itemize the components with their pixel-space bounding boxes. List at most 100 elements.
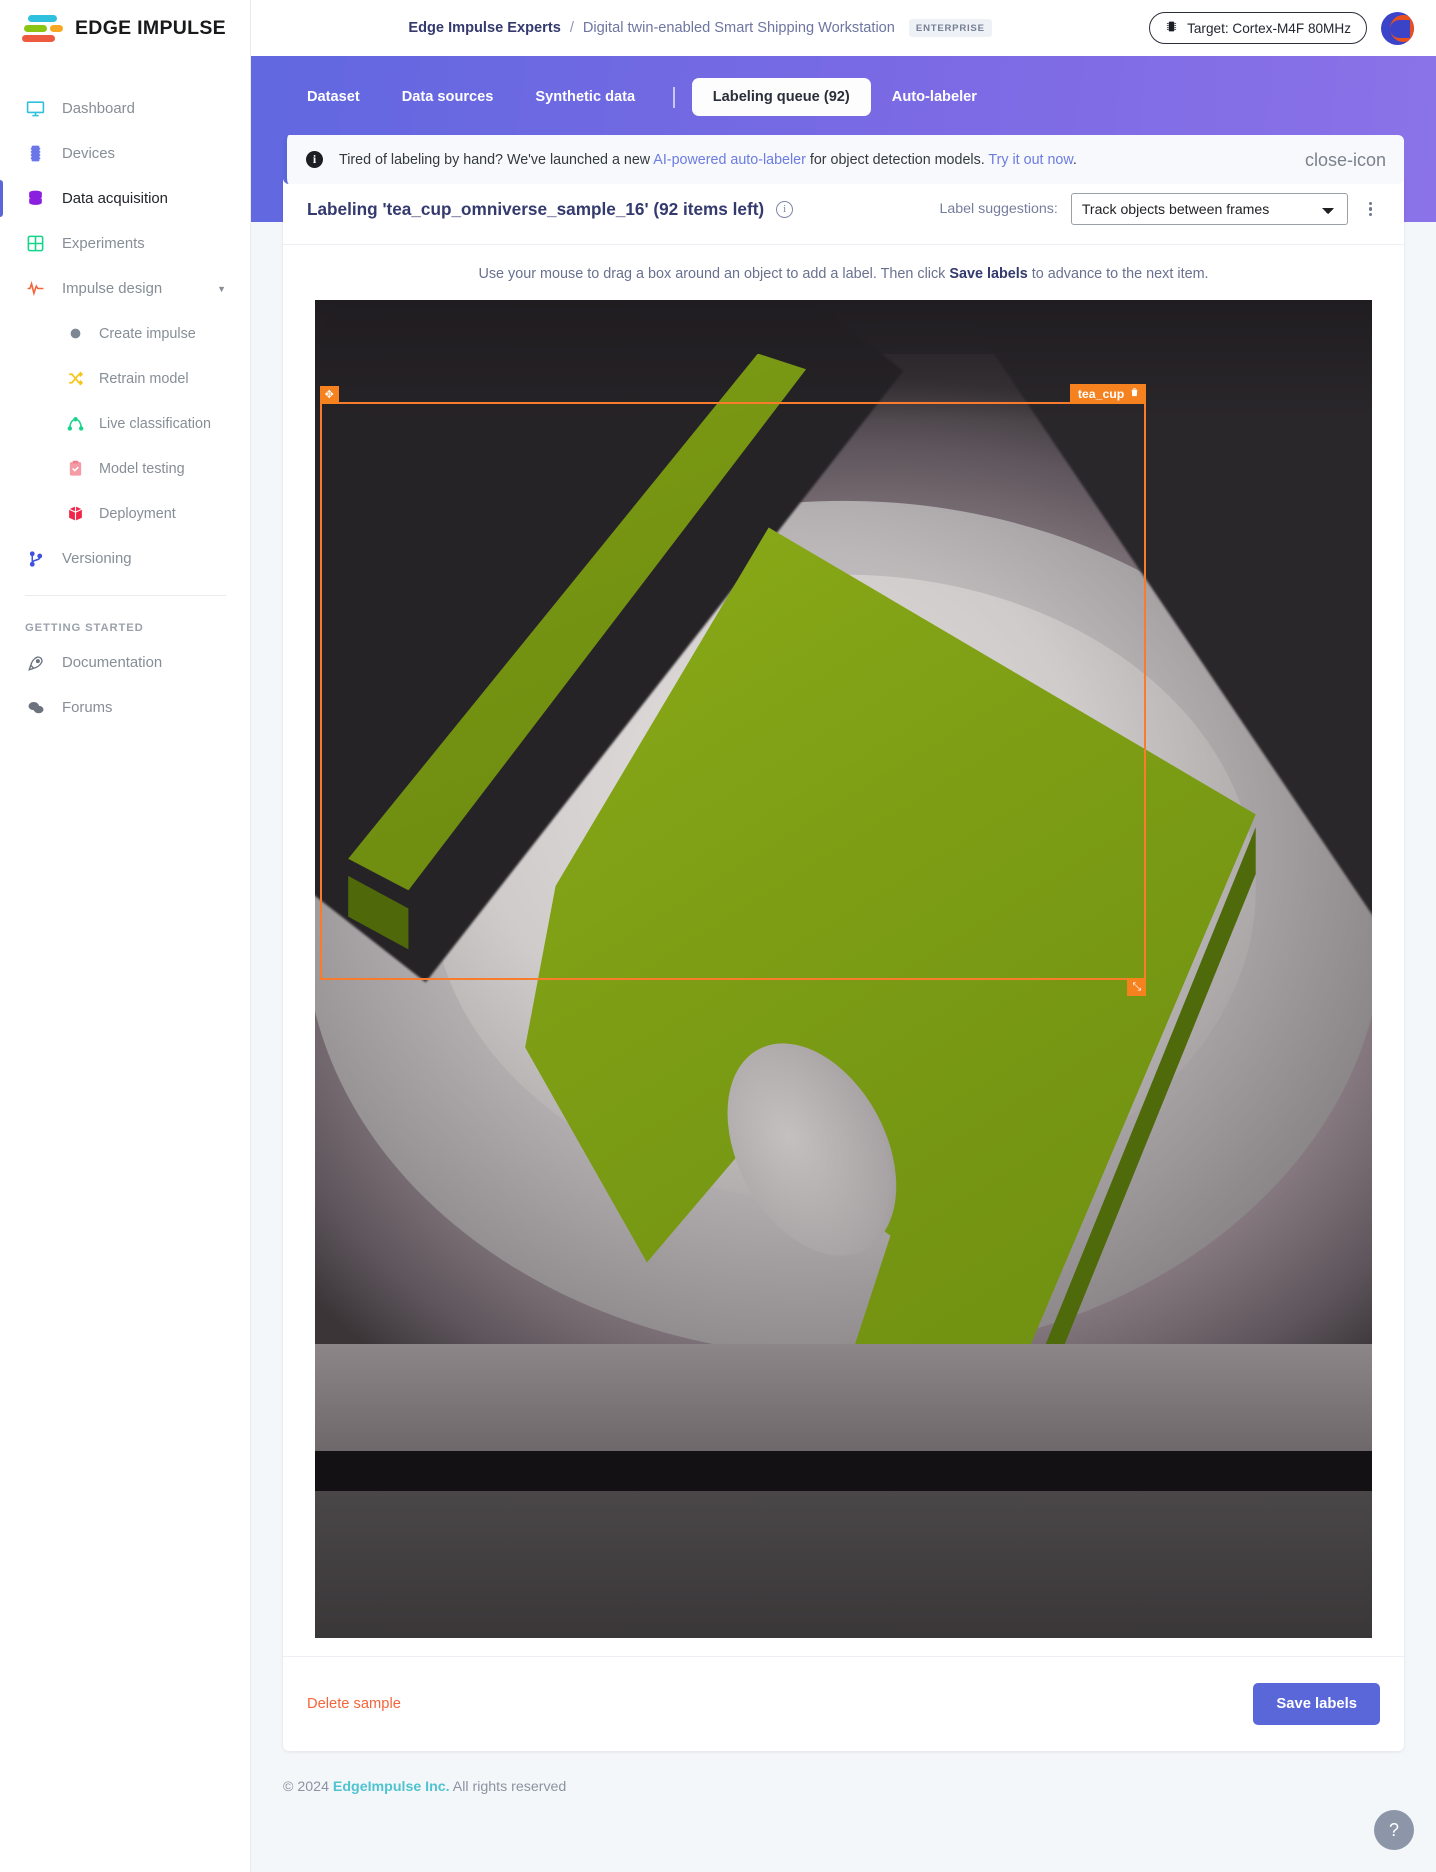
sidebar-item-versioning[interactable]: Versioning — [0, 536, 250, 581]
footer-company[interactable]: EdgeImpulse Inc. — [333, 1779, 450, 1795]
avatar[interactable] — [1381, 11, 1414, 45]
tab-synthetic-data[interactable]: Synthetic data — [514, 78, 656, 116]
shuffle-icon — [66, 370, 84, 388]
banner-link-auto-labeler[interactable]: AI-powered auto-labeler — [653, 152, 806, 168]
footer-rights: All rights reserved — [452, 1779, 567, 1795]
tab-bar: Dataset Data sources Synthetic data Labe… — [283, 78, 1404, 116]
sidebar-label: Devices — [62, 145, 115, 162]
sidebar-item-documentation[interactable]: Documentation — [0, 640, 250, 685]
card-header-right: Label suggestions: Track objects between… — [939, 193, 1380, 225]
hint-bold: Save labels — [949, 266, 1028, 282]
question-mark-icon: ? — [1388, 1819, 1399, 1840]
main-content: Edge Impulse Experts / Digital twin-enab… — [251, 0, 1436, 1872]
target-label: Target: Cortex-M4F 80MHz — [1187, 20, 1351, 36]
pulse-icon — [25, 278, 46, 299]
save-labels-button[interactable]: Save labels — [1253, 1683, 1380, 1725]
info-circle-icon[interactable]: i — [776, 200, 794, 218]
sidebar-label: Forums — [62, 699, 113, 716]
rocket-icon — [25, 652, 46, 673]
banner-text-middle: for object detection models. — [805, 151, 989, 168]
dot-icon — [66, 325, 84, 343]
sidebar-label: Dashboard — [62, 100, 135, 117]
brand-name: EDGE IMPULSE — [75, 16, 226, 39]
labeling-hint: Use your mouse to drag a box around an o… — [283, 245, 1404, 300]
move-handle-icon[interactable]: ✥ — [319, 385, 339, 404]
tab-dataset[interactable]: Dataset — [286, 78, 381, 116]
sidebar-label: Experiments — [62, 235, 145, 252]
chat-icon — [25, 697, 46, 718]
sidebar-label: Model testing — [99, 460, 185, 477]
git-branch-icon — [25, 548, 46, 569]
card-header: Labeling 'tea_cup_omniverse_sample_16' (… — [283, 174, 1404, 245]
close-icon[interactable]: close-icon — [1305, 151, 1386, 169]
bounding-box-label[interactable]: tea_cup — [1069, 383, 1147, 404]
label-suggestions-label: Label suggestions: — [939, 201, 1058, 217]
sidebar-item-forums[interactable]: Forums — [0, 685, 250, 730]
banner-link-try-now[interactable]: Try it out now — [988, 152, 1073, 168]
sidebar-label: Data acquisition — [62, 190, 168, 207]
delete-sample-button[interactable]: Delete sample — [307, 1696, 401, 1712]
target-button[interactable]: Target: Cortex-M4F 80MHz — [1149, 12, 1367, 44]
breadcrumb: Edge Impulse Experts / Digital twin-enab… — [251, 19, 1149, 37]
monitor-icon — [25, 98, 46, 119]
footer-copyright: © 2024 — [283, 1779, 329, 1795]
sidebar-section-title: GETTING STARTED — [25, 622, 144, 634]
kebab-menu-icon[interactable] — [1361, 196, 1380, 223]
page-title: Labeling 'tea_cup_omniverse_sample_16' (… — [307, 198, 765, 219]
trash-icon[interactable] — [1129, 386, 1140, 401]
sidebar-item-dashboard[interactable]: Dashboard — [0, 86, 250, 131]
bounding-box[interactable]: ✥ tea_cup ⤡ — [319, 383, 1147, 996]
app-root: EDGE IMPULSE Dashboard Devices Data acqu… — [0, 0, 1436, 1872]
help-button[interactable]: ? — [1374, 1810, 1414, 1850]
tab-auto-labeler[interactable]: Auto-labeler — [871, 78, 998, 116]
sidebar-item-create-impulse[interactable]: Create impulse — [0, 311, 250, 356]
sidebar-item-devices[interactable]: Devices — [0, 131, 250, 176]
database-icon — [25, 188, 46, 209]
chip-icon — [25, 143, 46, 164]
sidebar-label: Live classification — [99, 415, 211, 432]
canvas-wrapper: ✥ tea_cup ⤡ — [283, 300, 1404, 1638]
tab-labeling-queue[interactable]: Labeling queue (92) — [691, 78, 871, 116]
banner-text-after: . — [1072, 151, 1077, 168]
plan-badge: ENTERPRISE — [908, 19, 992, 37]
sidebar-label: Impulse design — [62, 280, 163, 297]
sidebar-item-deployment[interactable]: Deployment — [0, 491, 250, 536]
label-suggestions-select[interactable]: Track objects between frames — [1070, 193, 1348, 225]
sidebar-label: Deployment — [99, 505, 176, 522]
sidebar: EDGE IMPULSE Dashboard Devices Data acqu… — [0, 0, 251, 1872]
live-classification-icon — [66, 415, 84, 433]
resize-handle-icon[interactable]: ⤡ — [1127, 977, 1147, 996]
sidebar-item-data-acquisition[interactable]: Data acquisition — [0, 176, 250, 221]
labeling-card: Labeling 'tea_cup_omniverse_sample_16' (… — [283, 174, 1404, 1751]
sidebar-item-model-testing[interactable]: Model testing — [0, 446, 250, 491]
sidebar-item-live-classification[interactable]: Live classification — [0, 401, 250, 446]
topbar: Edge Impulse Experts / Digital twin-enab… — [251, 0, 1436, 56]
box-icon — [66, 505, 84, 523]
brand-logo[interactable]: EDGE IMPULSE — [0, 0, 250, 56]
sidebar-item-experiments[interactable]: Experiments — [0, 221, 250, 266]
banner-text: Tired of labeling by hand? We've launche… — [339, 152, 1077, 168]
footer: © 2024 EdgeImpulse Inc. All rights reser… — [251, 1751, 1436, 1795]
info-icon: i — [306, 151, 323, 168]
sidebar-label: Retrain model — [99, 370, 189, 387]
chip-icon — [1165, 19, 1178, 37]
hint-before: Use your mouse to drag a box around an o… — [478, 266, 950, 282]
breadcrumb-org[interactable]: Edge Impulse Experts — [408, 20, 560, 36]
sidebar-label: Versioning — [62, 550, 132, 567]
card-footer: Delete sample Save labels — [283, 1656, 1404, 1751]
tab-divider — [673, 86, 675, 108]
grid-icon — [25, 233, 46, 254]
sidebar-item-retrain-model[interactable]: Retrain model — [0, 356, 250, 401]
edge-impulse-logo-icon — [22, 12, 64, 44]
labeling-canvas[interactable]: ✥ tea_cup ⤡ — [315, 300, 1372, 1638]
sidebar-item-impulse-design[interactable]: Impulse design ▼ — [0, 266, 250, 311]
clipboard-check-icon — [66, 460, 84, 478]
bounding-box-label-text: tea_cup — [1077, 386, 1125, 401]
hint-after: to advance to the next item. — [1027, 266, 1209, 282]
chevron-down-icon[interactable]: ▼ — [217, 284, 226, 294]
tab-data-sources[interactable]: Data sources — [381, 78, 515, 116]
banner-text-before: Tired of labeling by hand? We've launche… — [339, 151, 654, 168]
sidebar-label: Create impulse — [99, 325, 196, 342]
breadcrumb-project[interactable]: Digital twin-enabled Smart Shipping Work… — [583, 20, 895, 36]
sidebar-nav: Dashboard Devices Data acquisition Exper… — [0, 56, 250, 730]
